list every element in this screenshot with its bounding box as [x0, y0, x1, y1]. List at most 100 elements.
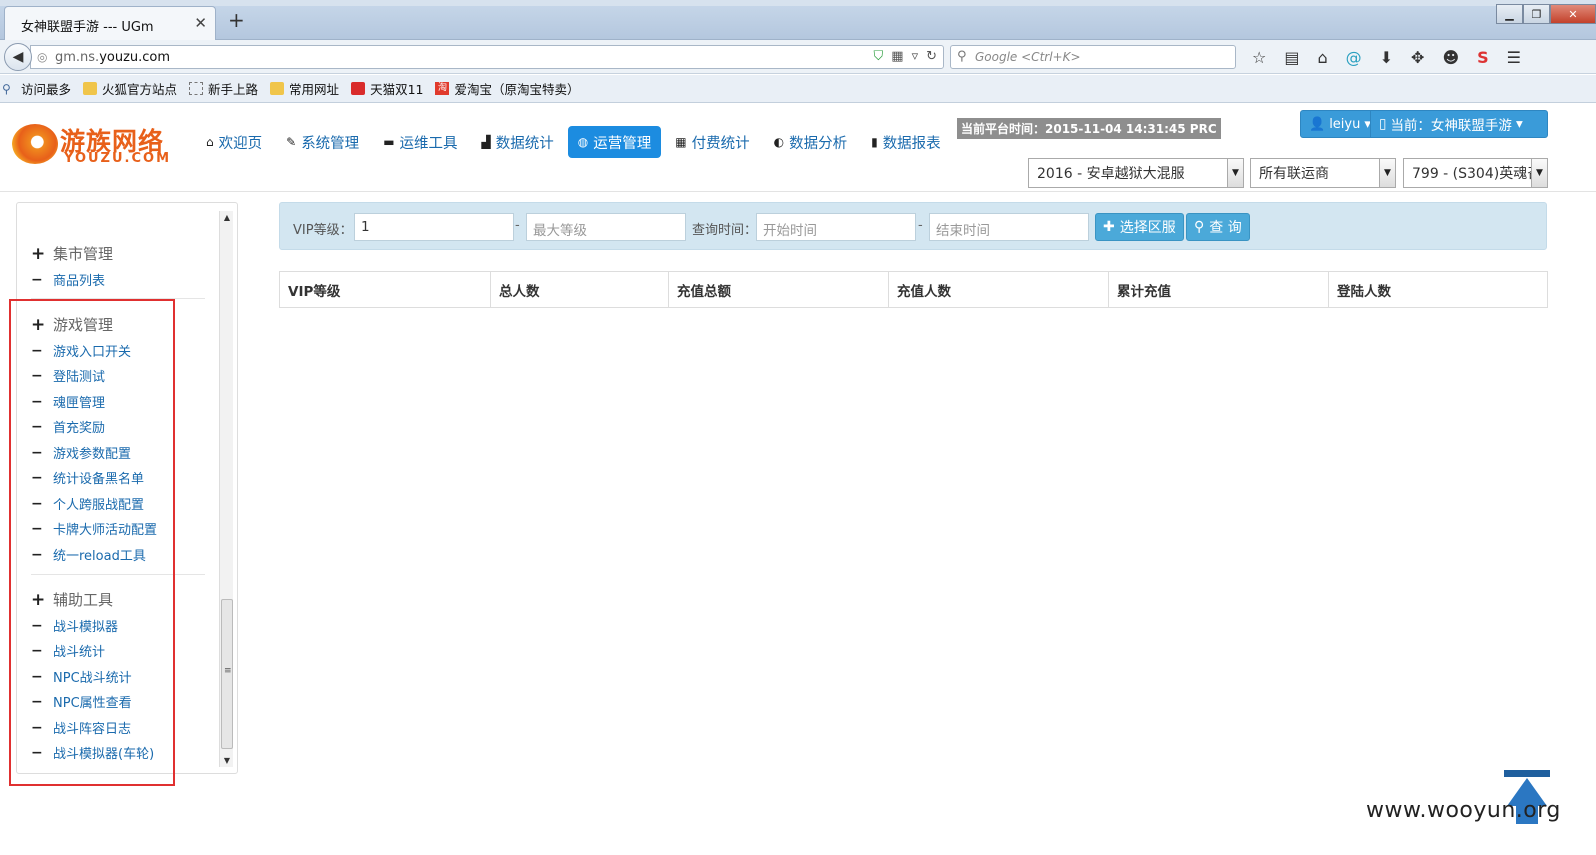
start-time-input[interactable]: 开始时间: [756, 213, 916, 241]
bookmark-common-sites[interactable]: 常用网址: [270, 79, 339, 98]
vip-level-input[interactable]: 1: [354, 213, 514, 241]
window-close-icon[interactable]: ✕: [1550, 4, 1596, 24]
chat-icon[interactable]: ☻: [1442, 48, 1459, 67]
book-icon: ▮: [871, 135, 878, 149]
end-time-input[interactable]: 结束时间: [929, 213, 1089, 241]
sogou-icon[interactable]: S: [1477, 48, 1489, 67]
bookmarks-bar: ⚲ 访问最多 火狐官方站点 新手上路 常用网址 天猫双11 淘爱淘宝（原淘宝特卖）: [0, 75, 1596, 103]
bookmark-tmall[interactable]: 天猫双11: [351, 79, 423, 98]
page-icon: [189, 82, 204, 95]
home-icon[interactable]: ⌂: [1317, 48, 1327, 67]
max-level-input[interactable]: 最大等级: [526, 213, 686, 241]
vip-level-label: VIP等级：: [293, 223, 353, 238]
tmall-icon: [351, 82, 366, 95]
back-arrow-icon: ◀: [12, 49, 24, 65]
range-dash: -: [515, 218, 520, 233]
query-button[interactable]: ⚲ 查 询: [1186, 213, 1250, 241]
sidebar-scrollbar[interactable]: ▲ ≡ ▼: [219, 211, 233, 767]
magnifier-icon: ⚲: [2, 82, 11, 96]
tabstrip-edge: [0, 0, 1596, 6]
search-bar[interactable]: ⚲ Google <Ctrl+K>: [950, 45, 1236, 69]
table-header[interactable]: 累计充值: [1109, 272, 1329, 307]
wrench-icon: ✎: [286, 135, 297, 149]
plus-icon: ✚: [1103, 219, 1115, 235]
nav-system[interactable]: ✎ 系统管理: [276, 126, 369, 158]
table-header[interactable]: 登陆人数: [1329, 272, 1547, 307]
chevron-down-icon: ▼: [1227, 159, 1243, 187]
folder-icon: [83, 82, 98, 95]
logo-swirl-icon: [12, 124, 58, 164]
globe-icon: ◍: [577, 135, 589, 149]
range-dash: -: [918, 218, 923, 233]
close-tab-icon[interactable]: ✕: [194, 14, 207, 32]
bookmark-aitaobao[interactable]: 淘爱淘宝（原淘宝特卖）: [435, 79, 579, 98]
nav-payment[interactable]: ▦ 付费统计: [665, 126, 759, 158]
platform-select[interactable]: 2016 - 安卓越狱大混服 ▼: [1028, 158, 1244, 188]
main-nav: ⌂ 欢迎页 ✎ 系统管理 ▬ 运维工具 ▟ 数据统计 ◍ 运营管理 ▦ 付费统计 ◐ 数据分析…: [196, 126, 955, 158]
nav-welcome[interactable]: ⌂ 欢迎页: [196, 126, 272, 158]
search-icon: ⚲: [957, 49, 967, 64]
taobao-icon: 淘: [435, 82, 450, 95]
table-header[interactable]: 总人数: [491, 272, 669, 307]
adjust-icon: ◐: [773, 135, 785, 149]
table-header[interactable]: VIP等级: [280, 272, 491, 307]
table-header[interactable]: 充值总额: [669, 272, 889, 307]
highlight-annotation-box: [9, 299, 175, 786]
scroll-thumb[interactable]: ≡: [221, 599, 233, 749]
minimize-icon[interactable]: ▁: [1496, 4, 1523, 24]
watermark-text: www.wooyun.org: [1366, 798, 1561, 823]
sidebar-group-market[interactable]: + 集市管理: [31, 243, 113, 264]
reload-icon[interactable]: ↻: [926, 49, 937, 64]
current-game-button[interactable]: ▯ 当前：女神联盟手游 ▾: [1370, 110, 1548, 138]
browser-navbar: ◎ gm.ns.youzu.com ⛉ ▦ ▿ ↻ ◀ ⚲ Google <Ct…: [0, 40, 1596, 74]
grid-icon: ▦: [675, 135, 687, 149]
bookmark-most-visited[interactable]: ⚲ 访问最多: [2, 79, 71, 98]
operator-select[interactable]: 所有联运商 ▼: [1250, 158, 1396, 188]
nav-stats[interactable]: ▟ 数据统计: [472, 126, 564, 158]
bookmark-getting-started[interactable]: 新手上路: [189, 79, 258, 98]
search-icon: ⚲: [1194, 219, 1205, 235]
user-menu-button[interactable]: 👤 leiyu ▾: [1300, 110, 1380, 138]
star-icon[interactable]: ☆: [1252, 48, 1266, 67]
download-icon[interactable]: ⬇: [1380, 48, 1393, 67]
new-tab-icon[interactable]: +: [228, 8, 245, 32]
sidebar-item-product-list[interactable]: − 商品列表: [31, 270, 105, 290]
table-header[interactable]: 充值人数: [889, 272, 1109, 307]
chevron-down-icon: ▼: [1379, 159, 1395, 187]
scroll-down-icon[interactable]: ▼: [220, 756, 234, 765]
browser-tab[interactable]: 女神联盟手游 --- UGm ✕: [4, 6, 216, 40]
server-select[interactable]: 799 - (S304)英魂召 ▼: [1403, 158, 1548, 188]
nav-operations[interactable]: ◍ 运营管理: [567, 126, 662, 158]
addon-icon[interactable]: ✥: [1411, 48, 1424, 67]
search-placeholder: Google <Ctrl+K>: [975, 50, 1081, 64]
browser-toolbar-icons: ☆ ▤ ⌂ @ ⬇ ✥ ☻ S ☰: [1252, 48, 1521, 67]
nav-analysis[interactable]: ◐ 数据分析: [764, 126, 857, 158]
grip-icon: ≡: [224, 666, 232, 676]
restore-icon[interactable]: ❐: [1523, 4, 1550, 24]
scroll-up-icon[interactable]: ▲: [220, 213, 234, 222]
at-icon[interactable]: @: [1346, 48, 1362, 67]
url-text: gm.ns.youzu.com: [55, 50, 171, 65]
user-icon: 👤: [1309, 116, 1326, 132]
document-icon: ▯: [1379, 116, 1387, 132]
address-bar[interactable]: ◎ gm.ns.youzu.com ⛉ ▦ ▿ ↻: [30, 45, 944, 69]
dropdown-arrow-icon[interactable]: ▿: [912, 49, 919, 64]
youzu-logo[interactable]: 游族网络 YOUZU.COM: [12, 122, 182, 168]
reading-list-icon[interactable]: ▤: [1284, 48, 1299, 67]
bookmark-firefox-site[interactable]: 火狐官方站点: [83, 79, 177, 98]
back-button[interactable]: ◀: [4, 43, 32, 71]
globe-icon: ◎: [37, 50, 48, 64]
filter-bar: VIP等级： 1 - 最大等级 查询时间： 开始时间 - 结束时间 ✚ 选择区服 …: [279, 202, 1547, 250]
select-server-button[interactable]: ✚ 选择区服: [1095, 213, 1184, 241]
shield-icon[interactable]: ⛉: [874, 49, 884, 64]
window-controls: ▁ ❐ ✕: [1496, 4, 1596, 24]
app-header: 游族网络 YOUZU.COM ⌂ 欢迎页 ✎ 系统管理 ▬ 运维工具 ▟ 数据统计 ◍ 运…: [0, 104, 1596, 192]
signal-icon: ▟: [481, 135, 491, 149]
query-time-label: 查询时间：: [692, 223, 758, 238]
home-icon: ⌂: [206, 135, 214, 149]
menu-icon[interactable]: ☰: [1507, 48, 1521, 67]
hdd-icon: ▬: [383, 135, 395, 149]
qr-code-icon[interactable]: ▦: [891, 49, 903, 64]
nav-ops-tools[interactable]: ▬ 运维工具: [373, 126, 467, 158]
nav-reports[interactable]: ▮ 数据报表: [861, 126, 951, 158]
